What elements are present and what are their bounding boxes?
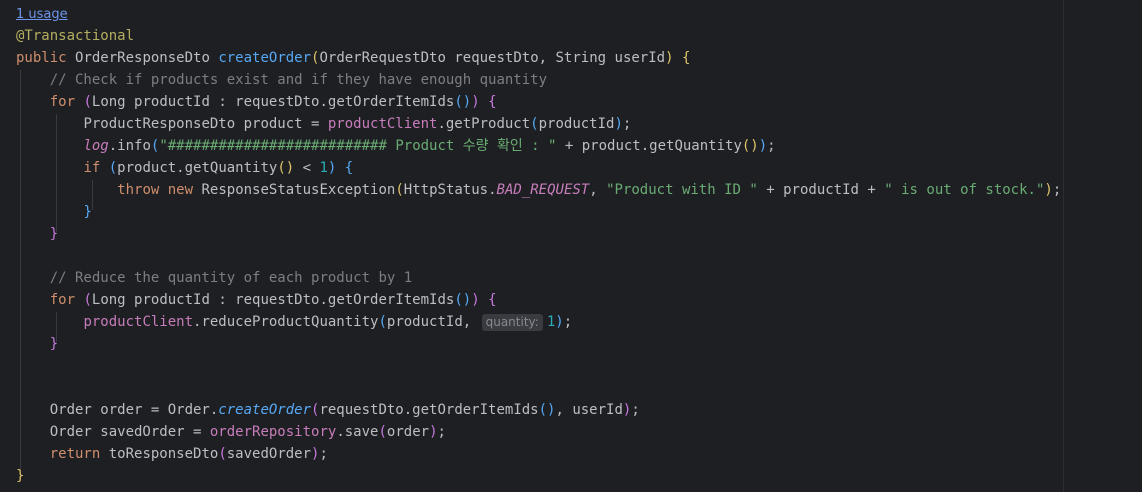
code-line-close-brace: } xyxy=(49,336,59,352)
right-margin-guide xyxy=(1063,0,1064,492)
static-method-call: createOrder xyxy=(218,402,312,418)
variable-declaration: Order order = Order. xyxy=(49,402,219,418)
condition: product.getQuantity xyxy=(117,160,278,176)
code-line-create-order: Order order = Order.createOrder(requestD… xyxy=(49,402,640,418)
keyword-if: if xyxy=(83,160,101,176)
code-line-comment: // Check if products exist and if they h… xyxy=(16,69,547,91)
keyword-public: public xyxy=(16,50,67,66)
class-name: ResponseStatusException xyxy=(201,182,396,198)
code-line-for: for (Long productId : requestDto.getOrde… xyxy=(49,292,497,308)
parameter-hint: quantity: xyxy=(481,314,543,331)
code-line-comment: // Reduce the quantity of each product b… xyxy=(16,267,412,289)
method-call: .getProduct xyxy=(437,116,531,132)
code-line-throw: throw new ResponseStatusException(HttpSt… xyxy=(117,182,1062,198)
param-name: userId xyxy=(614,50,666,66)
argument: order xyxy=(386,424,430,440)
code-line-close-brace: } xyxy=(83,204,92,220)
constant: BAD_REQUEST xyxy=(496,182,590,198)
expression: + productId + xyxy=(757,182,885,198)
param-type: String xyxy=(555,50,607,66)
field-reference: productClient xyxy=(83,314,194,330)
code-line-signature: public OrderResponseDto createOrder(Orde… xyxy=(16,50,691,66)
keyword-return: return xyxy=(49,446,101,462)
code-line-for: for (Long productId : requestDto.getOrde… xyxy=(49,94,497,110)
return-type: OrderResponseDto xyxy=(75,50,210,66)
string-literal: " is out of stock." xyxy=(884,182,1045,198)
keyword-new: new xyxy=(167,182,194,198)
operator: < xyxy=(294,160,320,176)
method-call: .save xyxy=(336,424,379,440)
string-literal: "########################## Product 수량 확… xyxy=(159,138,557,154)
argument: productId xyxy=(538,116,615,132)
argument: productId, xyxy=(386,314,480,330)
argument: requestDto.getOrderItemIds xyxy=(319,402,539,418)
code-editor[interactable]: 1 usage @Transactional public OrderRespo… xyxy=(0,0,1142,492)
argument: , userId xyxy=(555,402,623,418)
method-name[interactable]: createOrder xyxy=(218,50,311,66)
code-line-close-brace: } xyxy=(49,226,59,242)
log-field: log xyxy=(83,138,109,154)
keyword-for: for xyxy=(49,94,76,110)
method-call: .info xyxy=(108,138,151,154)
param-name: requestDto xyxy=(454,50,539,66)
argument: savedOrder xyxy=(226,446,312,462)
code-line-reduce-quantity: productClient.reduceProductQuantity(prod… xyxy=(83,314,573,331)
number-literal: 1 xyxy=(319,160,328,176)
expression: + product.getQuantity xyxy=(556,138,742,154)
variable-declaration: Order savedOrder = xyxy=(49,424,210,440)
annotation-token: @Transactional xyxy=(16,28,135,44)
field-reference: orderRepository xyxy=(209,424,337,440)
loop-declaration: Long productId : requestDto.getOrderItem… xyxy=(91,292,455,308)
class-name: HttpStatus. xyxy=(403,182,497,198)
field-reference: productClient xyxy=(327,116,438,132)
keyword-for: for xyxy=(49,292,76,308)
method-call: toResponseDto xyxy=(100,446,219,462)
code-line-log: log.info("########################## Pro… xyxy=(83,138,776,154)
code-comment: // Reduce the quantity of each product b… xyxy=(49,270,413,286)
string-literal: "Product with ID " xyxy=(606,182,758,198)
method-call: .reduceProductQuantity xyxy=(193,314,379,330)
keyword-throw: throw xyxy=(117,182,160,198)
code-line-close-brace: } xyxy=(16,468,25,484)
code-line-annotation: @Transactional xyxy=(16,25,134,47)
code-comment: // Check if products exist and if they h… xyxy=(49,72,548,88)
usage-link[interactable]: 1 usage xyxy=(16,5,68,25)
number-literal: 1 xyxy=(546,314,556,330)
code-line-save-order: Order savedOrder = orderRepository.save(… xyxy=(49,424,446,440)
code-line-return: return toResponseDto(savedOrder); xyxy=(49,446,328,462)
code-line-get-product: ProductResponseDto product = productClie… xyxy=(83,116,632,132)
param-type: OrderRequestDto xyxy=(319,50,446,66)
code-line-if: if (product.getQuantity() < 1) { xyxy=(83,160,354,176)
variable-declaration: ProductResponseDto product = xyxy=(83,116,328,132)
loop-declaration: Long productId : requestDto.getOrderItem… xyxy=(91,94,455,110)
